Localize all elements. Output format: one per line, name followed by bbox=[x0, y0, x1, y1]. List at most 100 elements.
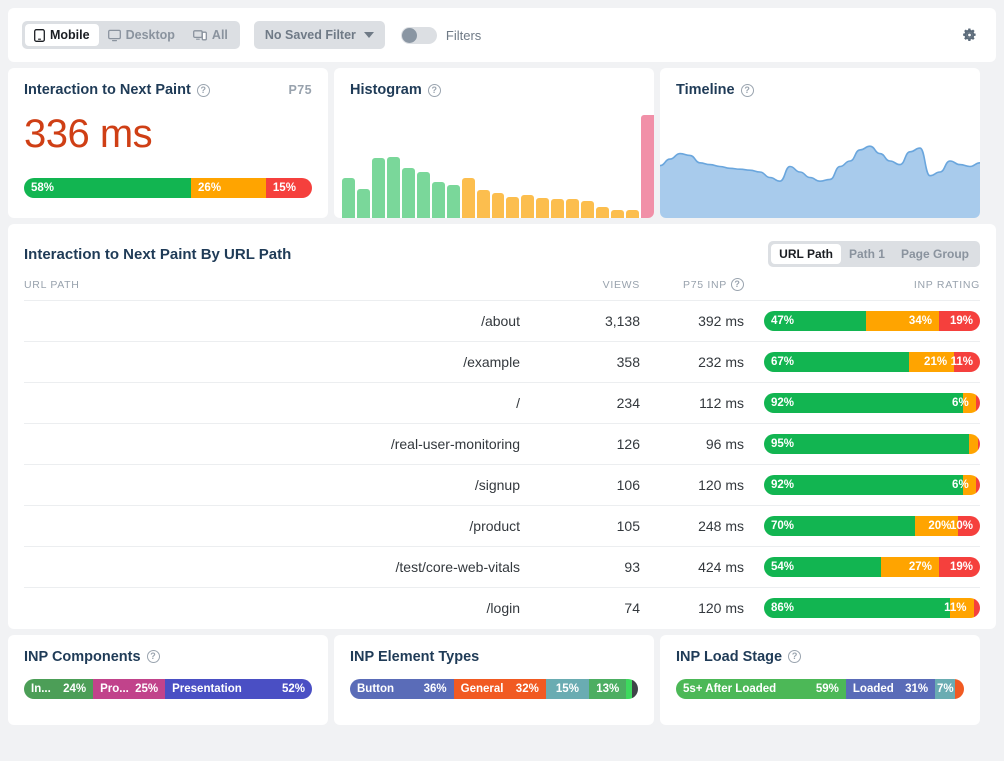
inp-rating-bar: 54% 27% 19% bbox=[764, 557, 980, 577]
cell-inp-rating: 92%6% bbox=[750, 464, 980, 506]
rating-segment-0: 70% bbox=[764, 516, 916, 536]
inp-metric-title-row: Interaction to Next Paint ? bbox=[24, 82, 312, 98]
segment-value: 7% bbox=[936, 682, 954, 695]
cell-inp-rating: 67% 21% 11% bbox=[750, 341, 980, 383]
histogram-bar bbox=[356, 188, 370, 218]
cell-url-path[interactable]: /login bbox=[24, 587, 520, 629]
rating-segment-0: 92% bbox=[764, 393, 963, 413]
rating-segment-1: 27% bbox=[880, 557, 939, 577]
components-segment-2: Presentation 52% bbox=[165, 678, 312, 699]
dashboard-page: Mobile Desktop All No Saved Filter Filte… bbox=[0, 0, 1004, 761]
device-filter-all[interactable]: All bbox=[184, 24, 237, 46]
help-icon[interactable]: ? bbox=[788, 650, 802, 663]
cell-url-path[interactable]: /test/core-web-vitals bbox=[24, 546, 520, 588]
help-icon[interactable]: ? bbox=[146, 650, 160, 663]
cell-url-path[interactable]: /about bbox=[24, 300, 520, 342]
inp-load-stage-title: INP Load Stage bbox=[676, 648, 783, 665]
saved-filter-dropdown[interactable]: No Saved Filter bbox=[253, 21, 385, 49]
rating-segment-1: 34% bbox=[865, 311, 939, 331]
histogram-title: Histogram bbox=[350, 82, 422, 98]
rating-segment-2: 15% bbox=[265, 178, 312, 198]
percentile-badge: P75 bbox=[288, 83, 312, 97]
inp-rating-bar: 92%6% bbox=[764, 393, 980, 413]
inp-rating-bar: 58% 26% 15% bbox=[24, 178, 312, 198]
cell-views: 358 bbox=[520, 341, 640, 383]
saved-filter-label: No Saved Filter bbox=[264, 28, 356, 42]
segment-value: 15% bbox=[555, 682, 579, 695]
column-header-views[interactable]: VIEWS bbox=[520, 278, 640, 301]
rating-segment-0: 95% bbox=[764, 434, 970, 454]
cell-inp-rating: 86% 11% bbox=[750, 587, 980, 629]
histogram-bar bbox=[566, 199, 580, 218]
histogram-bar bbox=[491, 192, 505, 218]
help-icon[interactable]: ? bbox=[740, 83, 754, 97]
histogram-bar bbox=[596, 207, 610, 218]
help-icon[interactable]: ? bbox=[427, 83, 441, 97]
rating-bar-wrap: 70% 20% 10% bbox=[750, 516, 980, 536]
help-icon[interactable]: ? bbox=[731, 278, 744, 291]
rating-bar-wrap: 47% 34% 19% bbox=[750, 311, 980, 331]
device-filter-desktop[interactable]: Desktop bbox=[99, 24, 184, 46]
cell-url-path[interactable]: /real-user-monitoring bbox=[24, 423, 520, 465]
table-row[interactable]: /test/core-web-vitals 93 424 ms 54% 27% 19% bbox=[24, 546, 980, 588]
rating-segment-2 bbox=[975, 393, 980, 413]
histogram-bar bbox=[641, 114, 654, 218]
inp-rating-bar: 95% bbox=[764, 434, 980, 454]
cell-p75-inp: 248 ms bbox=[640, 505, 750, 547]
histogram-bar bbox=[416, 171, 430, 218]
group-by-page-group-label: Page Group bbox=[900, 247, 969, 261]
cell-url-path[interactable]: / bbox=[24, 382, 520, 424]
cell-url-path[interactable]: /example bbox=[24, 341, 520, 383]
rating-bar-wrap: 67% 21% 11% bbox=[750, 352, 980, 372]
cell-views: 74 bbox=[520, 587, 640, 629]
desktop-icon bbox=[107, 29, 121, 41]
timeline-title: Timeline bbox=[676, 82, 735, 98]
settings-button[interactable] bbox=[961, 27, 978, 44]
histogram-bar bbox=[536, 198, 550, 218]
cell-url-path[interactable]: /signup bbox=[24, 464, 520, 506]
cell-p75-inp: 392 ms bbox=[640, 300, 750, 342]
table-row[interactable]: /real-user-monitoring 126 96 ms 95% bbox=[24, 423, 980, 465]
help-icon[interactable]: ? bbox=[196, 83, 210, 97]
column-header-url-path[interactable]: URL PATH bbox=[24, 278, 520, 301]
cell-url-path[interactable]: /product bbox=[24, 505, 520, 547]
histogram-bar bbox=[506, 196, 520, 218]
summary-cards-row: Interaction to Next Paint ? P75 336 ms 5… bbox=[8, 68, 996, 218]
rating-bar-wrap: 92%6% bbox=[750, 393, 980, 413]
element-types-segment-0: Button 36% bbox=[350, 678, 454, 699]
cell-inp-rating: 54% 27% 19% bbox=[750, 546, 980, 588]
table-head: URL PATH VIEWS P75 INP ? INP RATING bbox=[24, 278, 980, 301]
gear-icon bbox=[963, 28, 976, 41]
rating-segment-2 bbox=[975, 475, 980, 495]
table-row[interactable]: /example 358 232 ms 67% 21% 11% bbox=[24, 341, 980, 383]
cell-views: 234 bbox=[520, 382, 640, 424]
components-segment-0: In... 24% bbox=[24, 678, 94, 699]
device-filter-mobile[interactable]: Mobile bbox=[25, 24, 99, 46]
rating-segment-2: 11% bbox=[951, 352, 980, 372]
histogram-bar bbox=[446, 184, 460, 218]
histogram-bar bbox=[626, 210, 640, 218]
rating-bar-wrap: 92%6% bbox=[750, 475, 980, 495]
table-row[interactable]: /login 74 120 ms 86% 11% bbox=[24, 587, 980, 629]
histogram-card: Histogram ? bbox=[334, 68, 654, 218]
cell-inp-rating: 47% 34% 19% bbox=[750, 300, 980, 342]
inp-load-stage-bar: 5s+ After Loaded 59% Loaded 31% 7% bbox=[676, 678, 964, 699]
histogram-bar bbox=[342, 178, 355, 218]
group-by-path-1[interactable]: Path 1 bbox=[841, 244, 893, 264]
column-header-p75-inp[interactable]: P75 INP ? bbox=[640, 278, 750, 301]
table-row[interactable]: /product 105 248 ms 70% 20% 10% bbox=[24, 505, 980, 547]
table-row[interactable]: /234112 ms 92%6% bbox=[24, 382, 980, 424]
device-filter-all-label: All bbox=[211, 28, 228, 42]
device-filter-desktop-label: Desktop bbox=[125, 28, 175, 42]
table-row[interactable]: /signup106120 ms 92%6% bbox=[24, 464, 980, 506]
group-by-page-group[interactable]: Page Group bbox=[893, 244, 977, 264]
cell-inp-rating: 95% bbox=[750, 423, 980, 465]
inp-components-bar: In... 24% Pro... 25% Presentation 52% bbox=[24, 678, 312, 699]
inp-load-stage-card: INP Load Stage ? 5s+ After Loaded 59% Load… bbox=[660, 634, 980, 725]
segment-label: Loaded bbox=[852, 682, 894, 695]
filters-toggle[interactable] bbox=[400, 26, 437, 44]
rating-segment-2 bbox=[977, 434, 980, 454]
timeline-area bbox=[660, 146, 980, 218]
group-by-url-path[interactable]: URL Path bbox=[771, 244, 841, 264]
table-row[interactable]: /about 3,138 392 ms 47% 34% 19% bbox=[24, 300, 980, 342]
